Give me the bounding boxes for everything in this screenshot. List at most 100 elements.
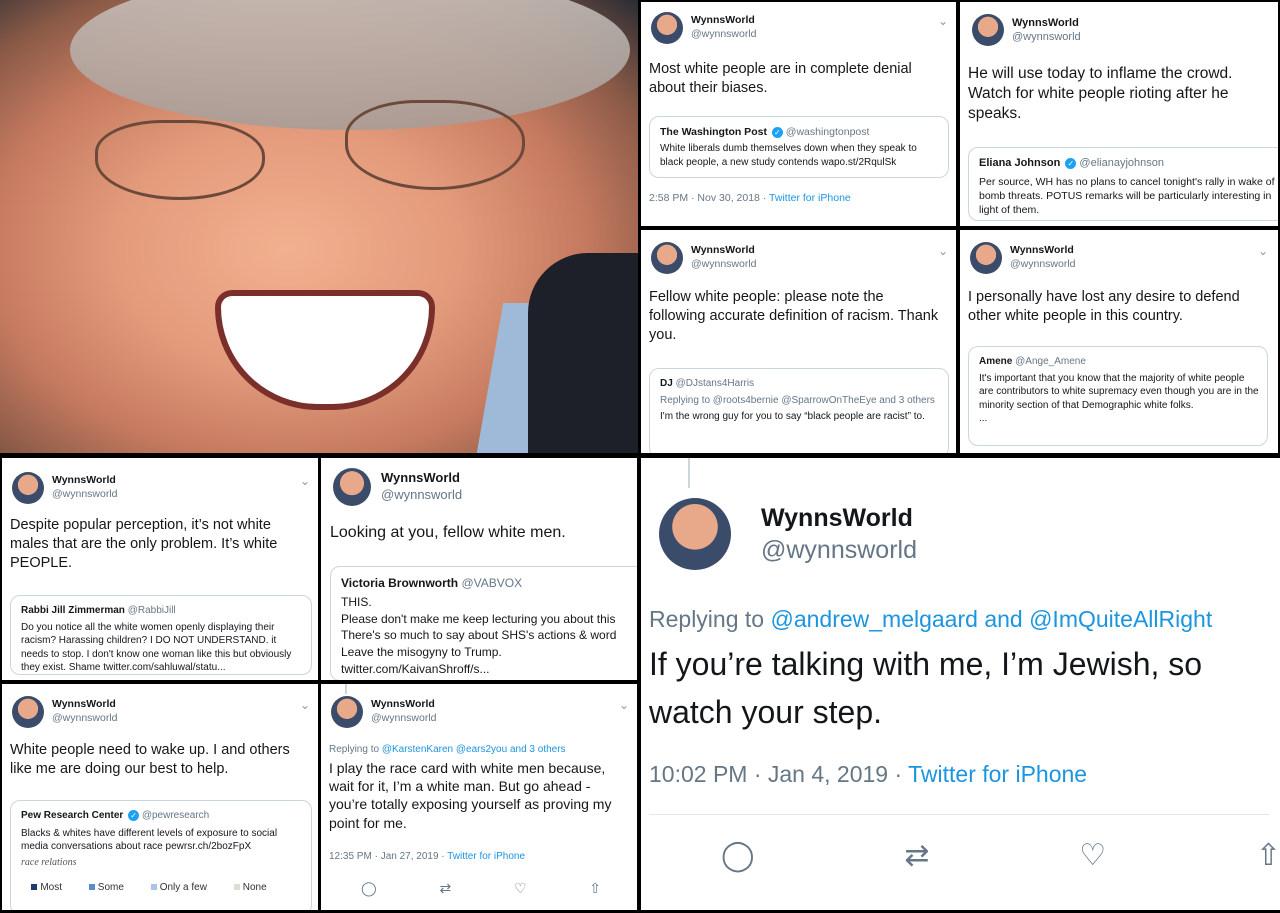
user-handle[interactable]: @wynnsworld bbox=[371, 712, 437, 726]
reply-context: Replying to @KarstenKaren @ears2you and … bbox=[329, 744, 566, 755]
quote-name: Eliana Johnson bbox=[979, 157, 1061, 169]
user-name[interactable]: WynnsWorld bbox=[52, 698, 118, 712]
quoted-tweet[interactable]: Eliana Johnson ✓ @elianayjohnson Per sou… bbox=[968, 147, 1278, 221]
user-handle[interactable]: @wynnsworld bbox=[691, 258, 757, 272]
quoted-tweet[interactable]: Amene @Ange_Amene It's important that yo… bbox=[968, 346, 1268, 446]
quote-handle: @elianayjohnson bbox=[1079, 157, 1164, 169]
photo-glasses-right bbox=[345, 100, 525, 190]
quote-name: The Washington Post bbox=[660, 126, 767, 138]
quote-handle: @DJstans4Harris bbox=[675, 378, 755, 389]
avatar[interactable] bbox=[972, 14, 1004, 46]
avatar[interactable] bbox=[333, 468, 371, 506]
quote-text: Do you notice all the white women openly… bbox=[21, 621, 292, 674]
tweet-card-6: WynnsWorld @wynnsworld Looking at you, f… bbox=[321, 458, 637, 680]
avatar[interactable] bbox=[651, 242, 683, 274]
quoted-tweet[interactable]: Victoria Brownworth @VABVOX THIS. Please… bbox=[330, 566, 637, 680]
share-icon[interactable]: ⇧ bbox=[1256, 838, 1280, 873]
quote-text: Blacks & whites have different levels of… bbox=[21, 827, 278, 853]
user-name[interactable]: WynnsWorld bbox=[1012, 16, 1081, 30]
legend-item: Some bbox=[97, 882, 124, 893]
quote-text: Per source, WH has no plans to cancel to… bbox=[979, 175, 1275, 217]
chevron-down-icon[interactable]: ⌄ bbox=[300, 698, 310, 712]
quote-handle: @VABVOX bbox=[461, 576, 523, 590]
reply-prefix: Replying to bbox=[329, 744, 382, 755]
reply-icon[interactable]: ◯ bbox=[721, 838, 755, 873]
avatar[interactable] bbox=[331, 696, 363, 728]
user-name[interactable]: WynnsWorld bbox=[761, 502, 917, 535]
tweet-card-8: WynnsWorld @wynnsworld ⌄ Replying to @Ka… bbox=[321, 684, 637, 910]
avatar[interactable] bbox=[659, 498, 731, 570]
user-name[interactable]: WynnsWorld bbox=[381, 470, 462, 487]
chart-legend: Most Some Only a few None bbox=[21, 881, 301, 895]
photo-hair bbox=[70, 0, 630, 130]
tweet-text: I personally have lost any desire to def… bbox=[968, 289, 1240, 324]
avatar[interactable] bbox=[970, 242, 1002, 274]
avatar[interactable] bbox=[651, 12, 683, 44]
retweet-icon[interactable]: ⇄ bbox=[904, 838, 929, 873]
tweet-timestamp[interactable]: 2:58 PM · Nov 30, 2018 · bbox=[649, 192, 769, 204]
quote-line-2: Please don't make me keep lecturing you … bbox=[341, 611, 616, 626]
user-name[interactable]: WynnsWorld bbox=[1010, 244, 1076, 258]
tweet-text: Despite popular perception, it’s not whi… bbox=[10, 517, 278, 571]
chevron-down-icon[interactable]: ⌄ bbox=[938, 244, 948, 258]
share-icon[interactable]: ⇧ bbox=[589, 880, 601, 897]
user-name[interactable]: WynnsWorld bbox=[691, 14, 757, 28]
quoted-tweet[interactable]: The Washington Post ✓ @washingtonpost Wh… bbox=[649, 116, 949, 178]
user-handle[interactable]: @wynnsworld bbox=[691, 28, 757, 42]
tweet-source[interactable]: Twitter for iPhone bbox=[447, 851, 525, 862]
quoted-tweet[interactable]: DJ @DJstans4Harris Replying to @roots4be… bbox=[649, 368, 949, 453]
quoted-tweet[interactable]: Rabbi Jill Zimmerman @RabbiJill Do you n… bbox=[10, 595, 312, 675]
profile-photo bbox=[0, 0, 638, 453]
chevron-down-icon[interactable]: ⌄ bbox=[938, 14, 948, 28]
reply-mentions[interactable]: @andrew_melgaard and @ImQuiteAllRight bbox=[770, 606, 1212, 632]
tweet-text: If you’re talking with me, I’m Jewish, s… bbox=[649, 646, 1203, 730]
tweet-timestamp[interactable]: 10:02 PM · Jan 4, 2019 · bbox=[649, 761, 908, 787]
user-name[interactable]: WynnsWorld bbox=[691, 244, 757, 258]
chevron-down-icon[interactable]: ⌄ bbox=[619, 698, 629, 712]
quote-line-3: There's so much to say about SHS's actio… bbox=[341, 628, 617, 643]
user-handle[interactable]: @wynnsworld bbox=[52, 488, 118, 502]
reply-mentions[interactable]: @KarstenKaren @ears2you and 3 others bbox=[382, 744, 566, 755]
quote-handle: @pewresearch bbox=[141, 810, 210, 821]
chevron-down-icon[interactable]: ⌄ bbox=[300, 474, 310, 488]
tweet-actions: ◯ ⇄ ♡ ⇧ bbox=[361, 880, 601, 897]
legend-item: Most bbox=[40, 882, 63, 893]
avatar[interactable] bbox=[12, 472, 44, 504]
photo-jacket bbox=[528, 253, 638, 453]
avatar[interactable] bbox=[12, 696, 44, 728]
tweet-text: White people need to wake up. I and othe… bbox=[10, 742, 290, 777]
tweet-card-2: WynnsWorld @wynnsworld He will use today… bbox=[960, 2, 1278, 226]
heart-icon[interactable]: ♡ bbox=[1079, 838, 1106, 873]
quote-more: ... bbox=[979, 413, 988, 424]
user-name[interactable]: WynnsWorld bbox=[371, 698, 437, 712]
quote-image-caption: race relations bbox=[21, 856, 77, 868]
quote-handle: @washingtonpost bbox=[785, 126, 870, 138]
user-name[interactable]: WynnsWorld bbox=[52, 474, 118, 488]
quoted-tweet[interactable]: Pew Research Center ✓ @pewresearch Black… bbox=[10, 800, 312, 910]
user-handle[interactable]: @wynnsworld bbox=[1012, 30, 1081, 44]
retweet-icon[interactable]: ⇄ bbox=[439, 880, 451, 897]
quote-line-1: THIS. bbox=[341, 594, 372, 609]
tweet-text: He will use today to inflame the crowd. … bbox=[968, 65, 1233, 123]
quote-name: Pew Research Center bbox=[21, 810, 124, 821]
user-handle[interactable]: @wynnsworld bbox=[381, 487, 462, 504]
quote-reply-context: Replying to @roots4bernie @SparrowOnTheE… bbox=[660, 394, 935, 406]
divider bbox=[649, 814, 1269, 815]
user-handle[interactable]: @wynnsworld bbox=[52, 712, 118, 726]
user-handle[interactable]: @wynnsworld bbox=[1010, 258, 1076, 272]
tweet-source[interactable]: Twitter for iPhone bbox=[908, 761, 1087, 787]
reply-icon[interactable]: ◯ bbox=[361, 880, 377, 897]
quote-name: Victoria Brownworth bbox=[341, 576, 459, 590]
tweet-timestamp[interactable]: 12:35 PM · Jan 27, 2019 · bbox=[329, 851, 447, 862]
tweet-source[interactable]: Twitter for iPhone bbox=[769, 192, 851, 204]
quote-line-5: twitter.com/KaivanShroff/s... bbox=[341, 661, 490, 676]
tweet-card-4: WynnsWorld @wynnsworld ⌄ I personally ha… bbox=[960, 230, 1278, 453]
heart-icon[interactable]: ♡ bbox=[514, 880, 527, 897]
tweet-card-7: WynnsWorld @wynnsworld ⌄ White people ne… bbox=[2, 684, 318, 910]
reply-context: Replying to @andrew_melgaard and @ImQuit… bbox=[649, 606, 1212, 633]
quote-text: It's important that you know that the ma… bbox=[979, 372, 1259, 411]
quote-handle: @Ange_Amene bbox=[1015, 356, 1086, 367]
tweet-text: I play the race card with white men beca… bbox=[329, 760, 612, 831]
user-handle[interactable]: @wynnsworld bbox=[761, 534, 917, 567]
chevron-down-icon[interactable]: ⌄ bbox=[1258, 244, 1268, 258]
